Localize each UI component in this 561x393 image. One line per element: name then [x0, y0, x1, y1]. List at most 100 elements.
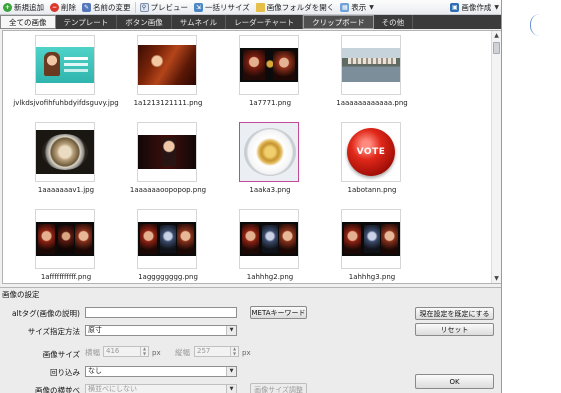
thumbnail-frame [341, 35, 401, 95]
image-manager-window: + 新規追加 − 削除 ✎ 名前の変更 ⚲ プレビュー ⇲ 一括リサイズ 画像フ… [0, 0, 502, 393]
reset-button[interactable]: リセット [415, 323, 494, 336]
tab-radar-chart[interactable]: レーダーチャート [226, 15, 304, 29]
align-label: 画像の横並べ [35, 386, 80, 393]
resize-image-button[interactable]: 画像サイズ調整 [250, 383, 307, 393]
image-settings-panel: 画像の設定 altタグ(画像の説明) METAキーワード サイズ指定方法 原寸 … [0, 287, 501, 393]
alt-input[interactable] [85, 307, 237, 318]
thumbnail-frame [137, 35, 197, 95]
tab-thumbnail[interactable]: サムネイル [172, 15, 227, 29]
window-edge-decoration [530, 14, 540, 36]
wrap-select[interactable]: なし ▼ [85, 366, 237, 377]
align-value: 横並べにしない [88, 385, 137, 393]
thumbnail-image [36, 47, 94, 83]
rename-label: 名前の変更 [93, 2, 131, 12]
align-select[interactable]: 横並べにしない ▼ [85, 384, 237, 393]
alt-label: altタグ(画像の説明) [12, 309, 80, 318]
image-filename: 1afffffffffff.png [40, 273, 92, 281]
scroll-up-icon[interactable]: ▲ [492, 31, 501, 40]
thumbnail-frame [239, 209, 299, 269]
height-label: 縦幅 [175, 348, 190, 357]
thumbnail-frame [137, 122, 197, 182]
width-unit: px [152, 349, 161, 357]
thumbnail-frame [137, 209, 197, 269]
thumbnail-image [138, 222, 196, 256]
tab-clipboard[interactable]: クリップボード [303, 15, 374, 29]
image-filename: 1a7771.png [248, 99, 292, 107]
width-input[interactable]: 416 ▲ ▼ [103, 346, 149, 357]
tab-other[interactable]: その他 [374, 15, 414, 29]
thumbnail-frame: VOTE [341, 122, 401, 182]
folder-icon [255, 2, 265, 12]
image-filename: 1aaka3.png [249, 186, 291, 194]
chevron-down-icon: ▼ [494, 3, 499, 11]
image-filename: 1a1213121111.png [133, 99, 203, 107]
rename-button[interactable]: ✎ 名前の変更 [79, 1, 134, 14]
height-input[interactable]: 257 ▲ ▼ [194, 346, 239, 357]
batch-resize-button[interactable]: ⇲ 一括リサイズ [191, 1, 253, 14]
delete-icon: − [50, 2, 59, 12]
tab-button-images[interactable]: ボタン画像 [117, 15, 172, 29]
scroll-down-icon[interactable]: ▼ [492, 274, 501, 283]
wrap-value: なし [88, 367, 102, 375]
thumbnail-frame [35, 209, 95, 269]
delete-button[interactable]: − 削除 [47, 1, 79, 14]
image-filename: 1ahhhg3.png [348, 273, 396, 281]
thumbnail-image [138, 45, 196, 85]
image-filename: 1aaaaaaaaaaaa.png [336, 99, 408, 107]
thumbnail-frame [35, 35, 95, 95]
chevron-down-icon: ▼ [226, 385, 236, 393]
view-icon: ▦ [340, 2, 350, 12]
spinner-icon: ▲ ▼ [230, 346, 238, 356]
thumbnail-image [36, 222, 94, 256]
image-create-icon: ▣ [450, 2, 460, 12]
toolbar-separator [134, 1, 136, 13]
view-label: 表示 [351, 2, 367, 12]
tab-all-images[interactable]: 全ての画像 [0, 15, 56, 29]
image-filename: 1agggggggg.png [138, 273, 198, 281]
toolbar: + 新規追加 − 削除 ✎ 名前の変更 ⚲ プレビュー ⇲ 一括リサイズ 画像フ… [0, 0, 501, 15]
size-method-label: サイズ指定方法 [27, 327, 80, 336]
spinner-icon: ▲ ▼ [140, 346, 148, 356]
image-size-label: 画像サイズ [42, 350, 80, 359]
settings-title: 画像の設定 [2, 290, 40, 299]
wrap-label: 回り込み [50, 368, 80, 377]
thumbnail-image [138, 135, 196, 169]
width-label: 横幅 [85, 348, 100, 357]
delete-label: 削除 [61, 2, 76, 12]
thumbnail-image [240, 222, 298, 256]
image-filename: jvlkdsjvofihfuhbdyifdsguvy.jpg [13, 99, 119, 107]
batch-resize-label: 一括リサイズ [205, 2, 250, 12]
new-button[interactable]: + 新規追加 [0, 1, 47, 14]
thumbnail-frame-selected [239, 122, 299, 182]
image-grid: jvlkdsjvofihfuhbdyifdsguvy.jpg 1a1213121… [2, 30, 501, 284]
resize-icon: ⇲ [194, 2, 203, 12]
thumbnail-image [342, 222, 400, 256]
category-tabs: 全ての画像 テンプレート ボタン画像 サムネイル レーダーチャート クリップボー… [0, 15, 501, 29]
thumbnail-image [240, 48, 298, 82]
preview-label: プレビュー [150, 2, 189, 12]
vertical-scrollbar[interactable]: ▲ ▼ [491, 31, 501, 283]
view-button[interactable]: ▦ 表示 ▼ [337, 1, 377, 14]
chevron-down-icon: ▼ [369, 3, 374, 11]
plus-icon: + [3, 2, 12, 12]
save-default-button[interactable]: 現在設定を既定にする [415, 307, 494, 320]
thumbnail-frame [341, 209, 401, 269]
meta-keyword-button[interactable]: METAキーワード [250, 306, 307, 319]
preview-button[interactable]: ⚲ プレビュー [137, 1, 192, 14]
tab-template[interactable]: テンプレート [56, 15, 118, 29]
create-image-button[interactable]: ▣ 画像作成 ▼ [447, 1, 501, 14]
width-value: 416 [106, 347, 120, 355]
chevron-down-icon: ▼ [226, 367, 236, 376]
size-method-select[interactable]: 原寸 ▼ [85, 325, 237, 336]
size-method-value: 原寸 [88, 326, 102, 334]
scrollbar-thumb[interactable] [493, 42, 500, 54]
image-filename: 1aaaaaaav1.jpg [37, 186, 95, 194]
thumbnail-image [342, 48, 400, 82]
rename-icon: ✎ [82, 2, 91, 12]
open-folder-label: 画像フォルダを開く [266, 2, 335, 12]
magnifier-icon: ⚲ [139, 2, 149, 12]
ok-button[interactable]: OK [415, 374, 494, 389]
image-filename: 1aaaaaaoopopop.png [129, 186, 207, 194]
thumbnail-frame [35, 122, 95, 182]
open-folder-button[interactable]: 画像フォルダを開く [253, 1, 338, 14]
